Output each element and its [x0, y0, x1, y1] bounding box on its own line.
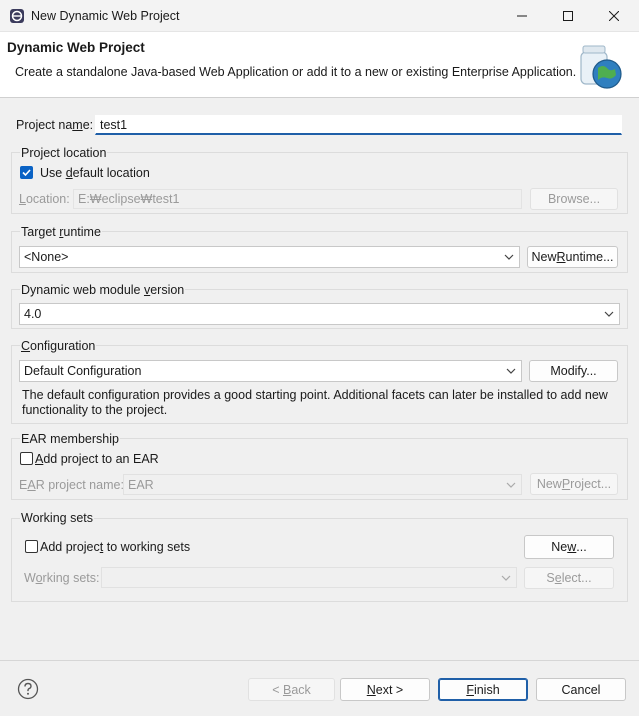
new-runtime-button[interactable]: New Runtime...	[527, 246, 618, 268]
cancel-button[interactable]: Cancel	[536, 678, 626, 701]
new-working-set-button[interactable]: Ne w...	[524, 535, 614, 559]
close-icon	[609, 11, 619, 21]
banner-description: Create a standalone Java-based Web Appli…	[15, 65, 577, 79]
use-default-location-checkbox[interactable]	[20, 166, 33, 179]
chevron-down-icon	[604, 311, 614, 317]
footer-separator	[0, 660, 639, 661]
jar-globe-icon	[580, 45, 622, 89]
ear-project-name-select[interactable]: EAR	[123, 474, 522, 495]
location-label: Location:	[19, 192, 70, 206]
location-input[interactable]: E:₩eclipse₩test1	[73, 189, 522, 209]
close-button[interactable]	[591, 0, 637, 32]
minimize-button[interactable]	[499, 0, 545, 32]
add-to-working-sets-checkbox[interactable]	[25, 540, 38, 553]
module-version-select[interactable]: 4.0	[19, 303, 620, 325]
target-runtime-select[interactable]: <None>	[19, 246, 520, 268]
finish-button[interactable]: Finish	[438, 678, 528, 701]
configuration-value: Default Configuration	[24, 364, 142, 378]
eclipse-app-icon	[10, 9, 24, 23]
minimize-icon	[517, 15, 527, 17]
chevron-down-icon	[506, 482, 516, 488]
window-title: New Dynamic Web Project	[31, 9, 180, 23]
working-sets-label: Working sets	[20, 511, 95, 525]
ear-project-name-value: EAR	[128, 478, 154, 492]
chevron-down-icon	[501, 575, 511, 581]
add-to-ear-label: Add project to an EAR	[35, 452, 159, 466]
target-runtime-label: Target runtime	[20, 225, 102, 239]
add-to-ear-checkbox[interactable]	[20, 452, 33, 465]
module-version-value: 4.0	[24, 307, 42, 321]
browse-button[interactable]: Browse...	[530, 188, 618, 210]
add-to-working-sets-label: Add project to working sets	[40, 540, 191, 554]
project-location-label: Project location	[20, 146, 108, 160]
working-sets-select[interactable]	[101, 567, 517, 588]
title-bar: New Dynamic Web Project	[0, 0, 639, 32]
wizard-banner: Dynamic Web Project Create a standalone …	[0, 32, 639, 98]
back-button[interactable]: < Back	[248, 678, 335, 701]
chevron-down-icon	[504, 254, 514, 260]
module-version-label: Dynamic web module version	[20, 283, 186, 297]
chevron-down-icon	[506, 368, 516, 374]
next-button[interactable]: Next >	[340, 678, 430, 701]
working-sets-select-label: Working sets:	[24, 571, 100, 585]
project-name-input[interactable]: test1	[95, 115, 622, 135]
help-icon[interactable]	[17, 678, 39, 700]
configuration-description: The default configuration provides a goo…	[22, 388, 608, 417]
select-working-sets-button[interactable]: Se lect...	[524, 567, 614, 589]
ear-membership-label: EAR membership	[20, 432, 120, 446]
maximize-button[interactable]	[545, 0, 591, 32]
configuration-select[interactable]: Default Configuration	[19, 360, 522, 382]
checkmark-icon	[22, 169, 31, 177]
configuration-label: Configuration	[20, 339, 97, 353]
ear-project-name-label: EAR project name:	[19, 478, 124, 492]
banner-title: Dynamic Web Project	[7, 40, 145, 55]
working-sets-group	[11, 518, 628, 602]
use-default-location-label: Use default location	[40, 166, 150, 180]
modify-button[interactable]: Modify...	[529, 360, 618, 382]
target-runtime-value: <None>	[24, 250, 69, 264]
maximize-icon	[563, 11, 573, 21]
project-name-label: Project name:	[16, 118, 94, 132]
new-ear-project-button[interactable]: New Project...	[530, 473, 618, 495]
